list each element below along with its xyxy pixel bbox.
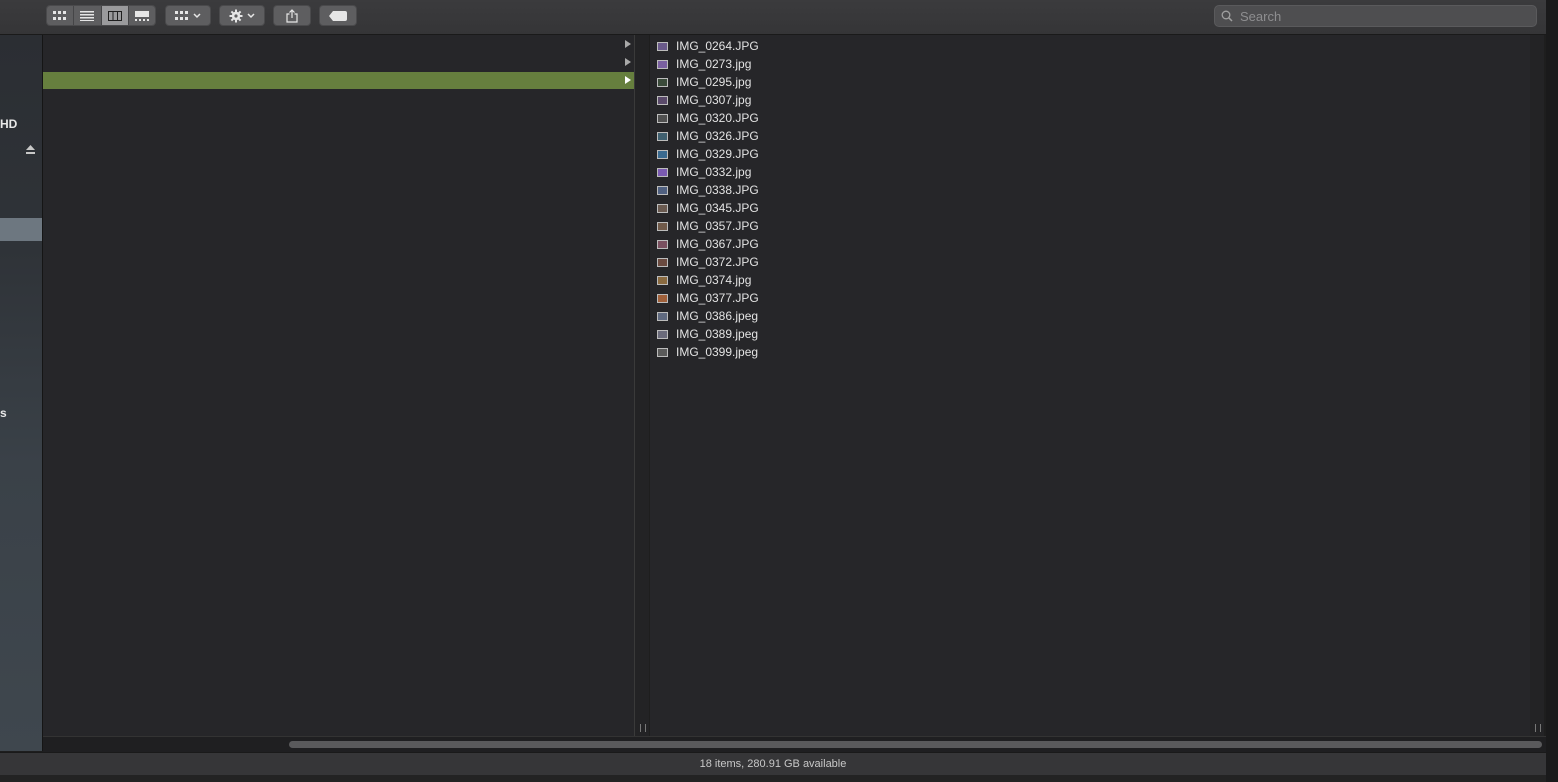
image-file-icon [657,329,668,339]
file-name: IMG_0374.jpg [676,273,752,287]
icon-view-button[interactable] [47,6,75,25]
file-row[interactable]: IMG_0399.jpeg [650,343,759,361]
view-switcher [46,5,156,26]
file-name: IMG_0264.JPG [676,39,759,53]
column-resize-handle[interactable] [635,35,649,736]
action-button[interactable] [219,5,265,26]
resize-grip-icon [1535,724,1541,732]
file-row[interactable]: IMG_0374.jpg [650,271,759,289]
tags-button[interactable] [319,5,357,26]
file-row[interactable]: IMG_0338.JPG [650,181,759,199]
chevron-down-icon [193,12,201,18]
resize-grip-icon [640,724,646,732]
image-file-icon [657,113,668,123]
image-file-icon [657,203,668,213]
image-file-icon [657,77,668,87]
gallery-view-button[interactable] [128,6,155,25]
columns-icon [107,10,122,21]
file-list: IMG_0264.JPG IMG_0273.jpg IMG_0295.jpg IMG_… [650,37,759,361]
file-row[interactable]: IMG_0389.jpeg [650,325,759,343]
file-name: IMG_0273.jpg [676,57,752,71]
image-file-icon [657,275,668,285]
status-bar: 18 items, 280.91 GB available [0,752,1546,775]
file-name: IMG_0357.JPG [676,219,759,233]
file-row[interactable]: IMG_0332.jpg [650,163,759,181]
file-row[interactable]: IMG_0377.JPG [650,289,759,307]
scrollbar-thumb[interactable] [289,741,1542,748]
file-row[interactable]: IMG_0345.JPG [650,199,759,217]
search-input[interactable] [1238,7,1522,25]
file-name: IMG_0367.JPG [676,237,759,251]
desktop-strip [0,775,1546,782]
image-file-icon [657,239,668,249]
gallery-icon [134,10,149,21]
image-file-icon [657,131,668,141]
group-by-button[interactable] [165,5,211,26]
file-row[interactable]: IMG_0320.JPG [650,109,759,127]
file-name: IMG_0338.JPG [676,183,759,197]
file-row[interactable]: IMG_0295.jpg [650,73,759,91]
sidebar-selected-item[interactable] [0,218,42,241]
sidebar-item-label[interactable]: s [0,406,7,420]
file-name: IMG_0389.jpeg [676,327,759,341]
eject-icon[interactable] [26,145,35,154]
file-name: IMG_0386.jpeg [676,309,759,323]
file-name: IMG_0332.jpg [676,165,752,179]
file-row[interactable]: IMG_0307.jpg [650,91,759,109]
file-row[interactable]: IMG_0386.jpeg [650,307,759,325]
image-file-icon [657,185,668,195]
sidebar: HD s [0,35,43,751]
file-name: IMG_0307.jpg [676,93,752,107]
image-file-icon [657,311,668,321]
column-resize-handle[interactable] [1530,35,1544,736]
file-row[interactable]: IMG_0273.jpg [650,55,759,73]
file-name: IMG_0326.JPG [676,129,759,143]
file-name: IMG_0399.jpeg [676,345,759,359]
list-view-button[interactable] [74,6,102,25]
toolbar [0,0,1546,35]
chevron-down-icon [247,12,255,18]
file-name: IMG_0320.JPG [676,111,759,125]
browser-column-2: IMG_0264.JPG IMG_0273.jpg IMG_0295.jpg IMG_… [650,35,1530,736]
disclosure-arrow-icon [625,76,631,84]
file-name: IMG_0372.JPG [676,255,759,269]
image-file-icon [657,41,668,51]
file-row[interactable]: IMG_0367.JPG [650,235,759,253]
file-row[interactable]: IMG_0326.JPG [650,127,759,145]
search-icon [1221,10,1233,22]
sidebar-item-label[interactable]: HD [0,117,17,131]
file-name: IMG_0329.JPG [676,147,759,161]
image-file-icon [657,59,668,69]
file-row[interactable]: IMG_0329.JPG [650,145,759,163]
share-icon [286,8,298,23]
share-button[interactable] [273,5,311,26]
column-view-button[interactable] [101,6,129,25]
grid-icon [53,10,67,20]
file-row[interactable]: IMG_0357.JPG [650,217,759,235]
search-field[interactable] [1214,5,1537,27]
file-row[interactable]: IMG_0264.JPG [650,37,759,55]
image-file-icon [657,167,668,177]
gear-icon [229,9,243,22]
disclosure-arrow-icon[interactable] [625,40,631,48]
file-row[interactable]: IMG_0372.JPG [650,253,759,271]
file-name: IMG_0377.JPG [676,291,759,305]
disclosure-arrow-icon[interactable] [625,58,631,66]
browser-column-1 [43,35,635,736]
horizontal-scrollbar[interactable] [43,736,1546,752]
image-file-icon [657,221,668,231]
list-icon [80,10,95,21]
image-file-icon [657,149,668,159]
window-edge [1546,0,1558,782]
group-grid-icon [175,10,188,20]
image-file-icon [657,95,668,105]
file-name: IMG_0345.JPG [676,201,759,215]
image-file-icon [657,257,668,267]
tag-icon [329,10,347,21]
image-file-icon [657,293,668,303]
status-text: 18 items, 280.91 GB available [699,758,847,770]
file-name: IMG_0295.jpg [676,75,752,89]
selected-folder-row[interactable] [43,72,634,89]
image-file-icon [657,347,668,357]
